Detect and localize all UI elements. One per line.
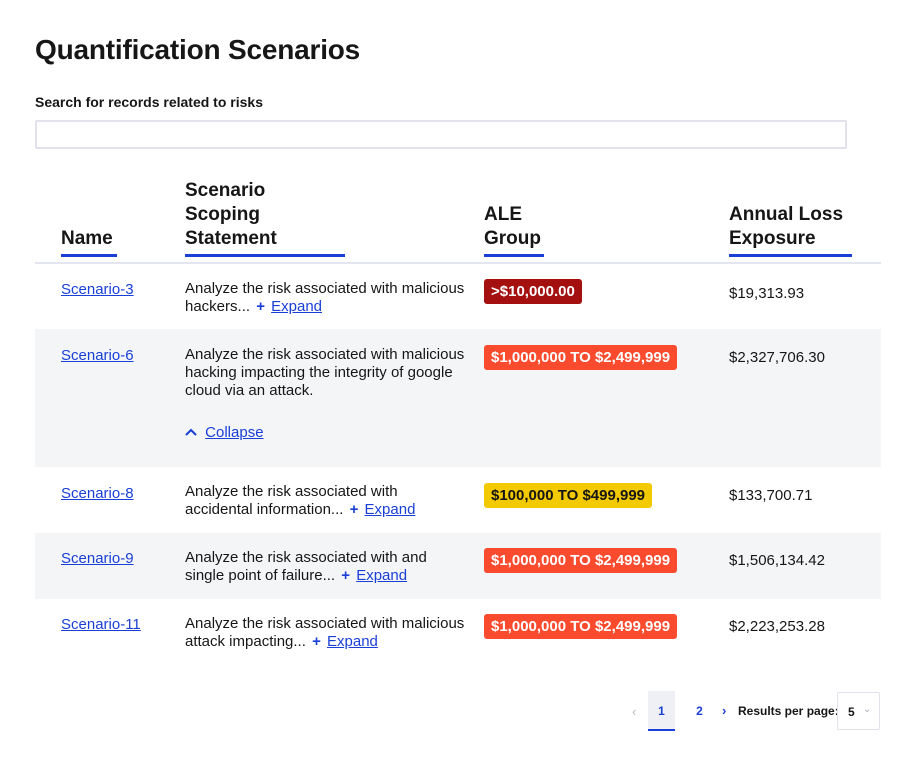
expand-link[interactable]: Expand (365, 501, 416, 518)
page-button-2[interactable]: 2 (686, 691, 713, 731)
statement-text: Analyze the risk associated with malicio… (185, 280, 465, 315)
statement-text: Analyze the risk associated with malicio… (185, 346, 465, 399)
column-header-scoping-line2: Scoping (185, 204, 260, 225)
chevron-left-icon[interactable]: ‹ (632, 704, 636, 719)
plus-icon: + (312, 633, 321, 650)
sort-underline (61, 254, 117, 257)
chevron-down-icon: ⌄ (863, 704, 872, 715)
annual-loss-value: $1,506,134.42 (729, 552, 825, 569)
column-header-annual-line1: Annual Loss (729, 204, 844, 225)
table-row: Scenario-8 Analyze the risk associated w… (35, 467, 881, 533)
column-header-annual-loss-exposure[interactable]: Annual Loss Exposure (729, 203, 852, 257)
expand-link[interactable]: Expand (271, 298, 322, 315)
column-header-scoping-statement[interactable]: Scenario Scoping Statement (185, 179, 345, 257)
column-header-scoping-line3: Statement (185, 228, 277, 249)
column-header-annual-line2: Exposure (729, 228, 816, 249)
scoping-statement: Analyze the risk associated with malicio… (185, 615, 465, 651)
scenario-link[interactable]: Scenario-3 (61, 281, 134, 298)
scenario-link[interactable]: Scenario-8 (61, 485, 134, 502)
ale-group-badge: $100,000 TO $499,999 (484, 483, 653, 508)
statement-text: Analyze the risk associated with malicio… (185, 615, 465, 650)
plus-icon: + (256, 298, 265, 315)
search-input[interactable] (35, 120, 847, 149)
column-header-ale-group[interactable]: ALE Group (484, 203, 544, 257)
plus-icon: + (341, 567, 351, 584)
quantification-scenarios-page: Quantification Scenarios Search for reco… (0, 0, 917, 766)
results-per-page-select[interactable]: 5 ⌄ (837, 692, 880, 730)
page-title: Quantification Scenarios (35, 34, 361, 65)
scoping-statement: Analyze the risk associated with and sin… (185, 549, 465, 585)
scoping-statement: Analyze the risk associated with malicio… (185, 280, 465, 316)
sort-underline (484, 254, 544, 257)
search-label: Search for records related to risks (35, 94, 263, 110)
results-per-page-label: Results per page: (738, 704, 839, 718)
ale-group-badge: $1,000,000 TO $2,499,999 (484, 614, 678, 639)
results-per-page-value: 5 (848, 705, 855, 719)
column-header-scoping-line1: Scenario (185, 180, 266, 201)
scoping-statement: Analyze the risk associated with acciden… (185, 483, 465, 519)
sort-underline (185, 254, 345, 257)
scenario-link[interactable]: Scenario-11 (61, 616, 141, 633)
column-header-ale-line2: Group (484, 228, 541, 249)
scenario-link[interactable]: Scenario-6 (61, 347, 134, 364)
column-header-name-label: Name (61, 228, 113, 249)
expand-link[interactable]: Expand (327, 633, 378, 650)
table-row: Scenario-9 Analyze the risk associated w… (35, 533, 881, 599)
annual-loss-value: $133,700.71 (729, 487, 813, 504)
annual-loss-value: $2,223,253.28 (729, 618, 825, 635)
ale-group-badge: >$10,000.00 (484, 279, 582, 304)
collapse-button[interactable]: Collapse (185, 424, 264, 441)
chevron-right-icon[interactable]: › (722, 703, 726, 718)
scoping-statement: Analyze the risk associated with malicio… (185, 346, 465, 400)
plus-icon: + (349, 501, 359, 518)
annual-loss-value: $19,313.93 (729, 285, 805, 302)
column-header-ale-line1: ALE (484, 204, 522, 225)
table-row: Scenario-11 Analyze the risk associated … (35, 599, 881, 665)
expand-link[interactable]: Expand (356, 567, 407, 584)
table-row: Scenario-3 Analyze the risk associated w… (35, 264, 881, 329)
column-header-name[interactable]: Name (61, 227, 117, 257)
ale-group-badge: $1,000,000 TO $2,499,999 (484, 548, 678, 573)
chevron-up-icon (185, 428, 197, 436)
page-button-1[interactable]: 1 (648, 691, 675, 731)
collapse-label: Collapse (205, 424, 264, 441)
sort-underline (729, 254, 852, 257)
table-row: Scenario-6 Analyze the risk associated w… (35, 329, 881, 467)
annual-loss-value: $2,327,706.30 (729, 349, 825, 366)
ale-group-badge: $1,000,000 TO $2,499,999 (484, 345, 678, 370)
scenario-link[interactable]: Scenario-9 (61, 550, 134, 567)
